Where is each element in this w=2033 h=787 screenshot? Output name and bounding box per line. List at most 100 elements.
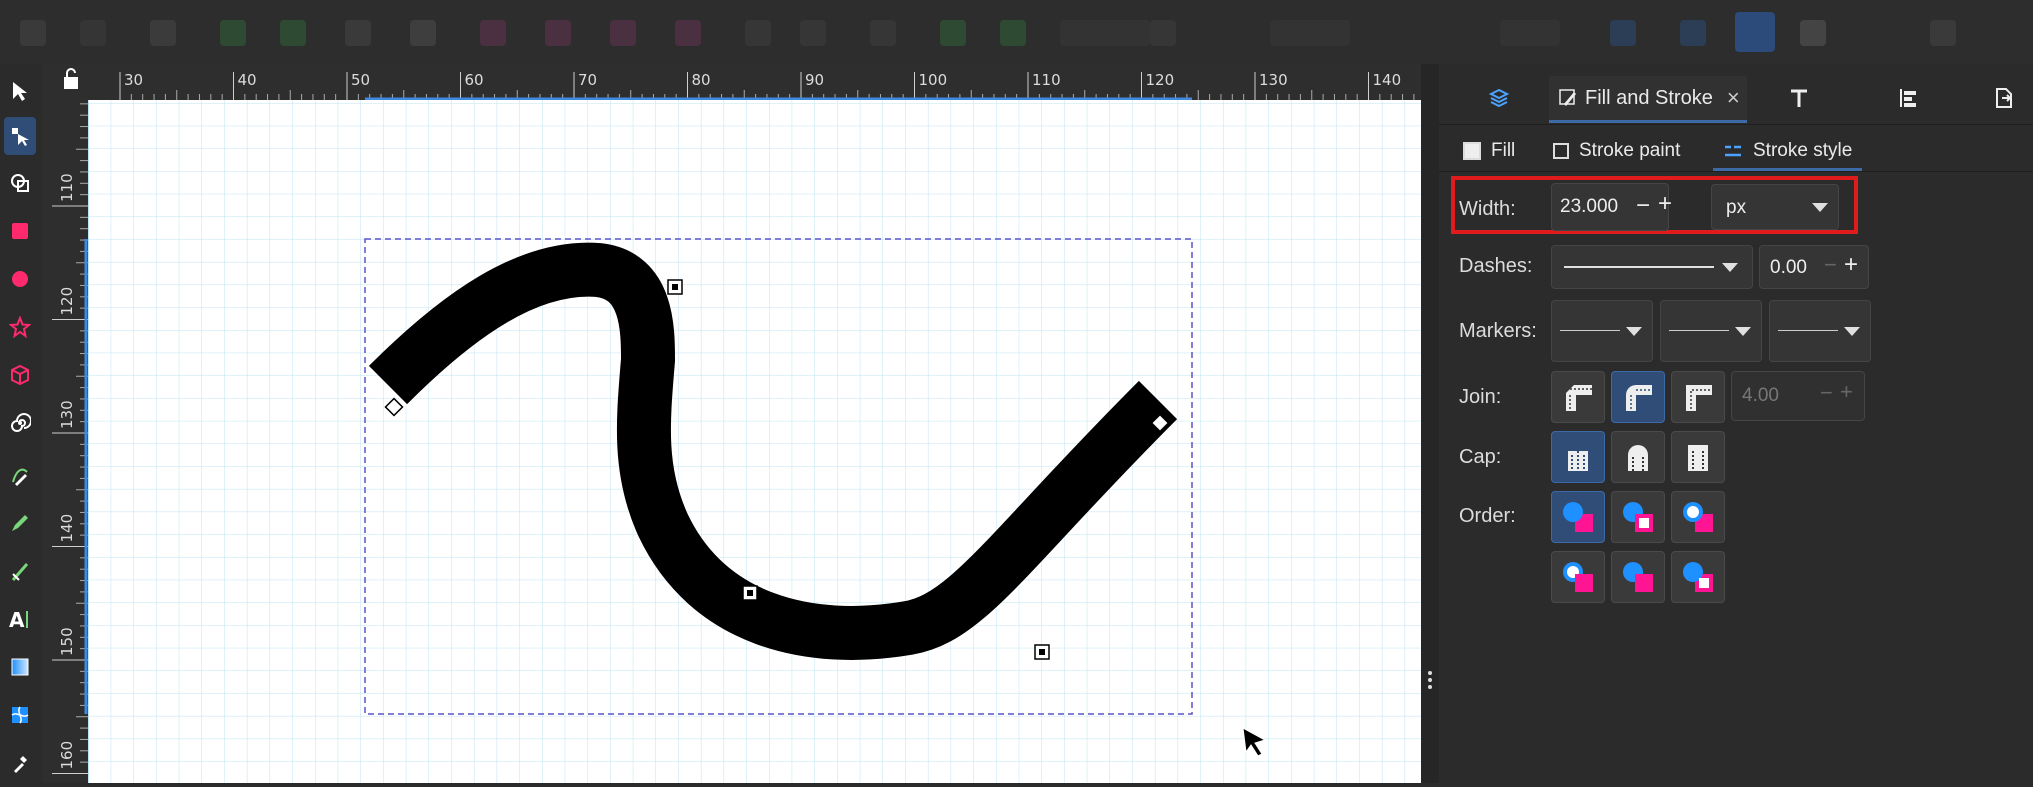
marker-line-preview: [1669, 330, 1729, 331]
mid-marker-select[interactable]: [1660, 300, 1762, 362]
cap-round-button[interactable]: [1611, 431, 1665, 483]
pen-tool[interactable]: [4, 456, 36, 494]
gradient-icon: [11, 658, 29, 676]
toolbar-icon[interactable]: [20, 20, 46, 46]
toolbar-icon[interactable]: [1930, 20, 1956, 46]
toolbar-field[interactable]: [1500, 20, 1560, 46]
dash-pattern-select[interactable]: [1551, 245, 1753, 289]
arrow-icon: [13, 82, 27, 101]
width-unit-select[interactable]: px: [1711, 184, 1839, 230]
tab-text[interactable]: [1769, 76, 1829, 120]
chevron-down-icon: [1735, 327, 1751, 336]
shape-builder-tool[interactable]: [4, 164, 36, 202]
tab-export[interactable]: [1979, 76, 2029, 120]
miter-increment-button[interactable]: +: [1840, 379, 1853, 405]
cap-butt-button[interactable]: [1551, 431, 1605, 483]
star-tool[interactable]: [4, 308, 36, 346]
gradient-tool[interactable]: [4, 648, 36, 686]
join-miter-button[interactable]: [1671, 371, 1725, 423]
subtab-fill-label: Fill: [1491, 140, 1516, 161]
toolbar-icon[interactable]: [480, 20, 506, 46]
subtab-stroke-paint-label: Stroke paint: [1579, 140, 1681, 161]
drawing-canvas[interactable]: [88, 100, 1421, 783]
toolbar-icon[interactable]: [80, 20, 106, 46]
order-stroke-markers-button[interactable]: [1671, 551, 1725, 603]
brush-icon: [1559, 89, 1576, 106]
mesh-tool[interactable]: [4, 696, 36, 734]
toolbar-icon[interactable]: [545, 20, 571, 46]
ruler-label: 130: [58, 400, 76, 429]
dropper-tool[interactable]: [4, 744, 36, 782]
paint-order-icon: [1563, 502, 1593, 532]
join-bevel-button[interactable]: [1551, 371, 1605, 423]
paint-order-icon: [1683, 562, 1713, 592]
calligraphy-tool[interactable]: [4, 552, 36, 590]
toolbar-icon[interactable]: [1800, 20, 1826, 46]
tab-fill-and-stroke[interactable]: Fill and Stroke ×: [1549, 76, 1747, 123]
toolbar-field[interactable]: [1270, 20, 1350, 46]
toolbar-icon[interactable]: [220, 20, 246, 46]
toolbar-field[interactable]: [1060, 20, 1150, 46]
toolbar-icon[interactable]: [1680, 20, 1706, 46]
subtab-stroke-style[interactable]: Stroke style: [1713, 134, 1863, 171]
toolbar-icon[interactable]: [745, 20, 771, 46]
subtab-fill[interactable]: Fill: [1463, 134, 1515, 168]
text-tool[interactable]: A: [4, 600, 36, 638]
join-round-button[interactable]: [1611, 371, 1665, 423]
toolbar-icon[interactable]: [940, 20, 966, 46]
toolbar-icon[interactable]: [1735, 12, 1775, 52]
node-tool[interactable]: [4, 117, 36, 155]
selector-tool[interactable]: [4, 72, 36, 110]
toolbar-icon[interactable]: [1000, 20, 1026, 46]
ruler-label: 100: [919, 71, 948, 89]
width-increment-button[interactable]: +: [1658, 190, 1672, 218]
toolbar-icon[interactable]: [1150, 20, 1176, 46]
toolbar-icon[interactable]: [675, 20, 701, 46]
ruler-label: 90: [805, 71, 824, 89]
dash-offset-spinbox[interactable]: 0.00 − +: [1759, 245, 1869, 289]
spiral-tool[interactable]: [4, 404, 36, 442]
toolbar-icon[interactable]: [610, 20, 636, 46]
toolbar-icon[interactable]: [345, 20, 371, 46]
rectangle-tool[interactable]: [4, 212, 36, 250]
round-join-icon: [1626, 385, 1652, 411]
horizontal-ruler[interactable]: 30 40 50 60 70 80 90 100 110 120 130 140: [88, 64, 1472, 101]
toolbar-icon[interactable]: [1610, 20, 1636, 46]
tab-align[interactable]: [1879, 76, 1939, 120]
ruler-label: 80: [692, 71, 711, 89]
start-marker-select[interactable]: [1551, 300, 1653, 362]
ruler-label: 120: [1146, 71, 1175, 89]
miter-decrement-button[interactable]: −: [1820, 380, 1833, 406]
width-decrement-button[interactable]: −: [1636, 192, 1650, 220]
canvas-svg: [88, 100, 1421, 783]
order-markers-stroke-button[interactable]: [1611, 551, 1665, 603]
order-fill-markers-button[interactable]: [1671, 491, 1725, 543]
toolbar-icon[interactable]: [280, 20, 306, 46]
text-icon: [1791, 89, 1807, 107]
order-stroke-fill-button[interactable]: [1611, 491, 1665, 543]
toolbar-icon[interactable]: [410, 20, 436, 46]
toolbar-icon[interactable]: [870, 20, 896, 46]
end-marker-select[interactable]: [1769, 300, 1871, 362]
tab-layers[interactable]: [1469, 76, 1529, 120]
cap-square-button[interactable]: [1671, 431, 1725, 483]
vertical-ruler[interactable]: 110 120 130 140 150 160: [42, 100, 88, 783]
dash-offset-increment-button[interactable]: +: [1844, 251, 1858, 279]
subtab-stroke-paint[interactable]: Stroke paint: [1553, 134, 1680, 168]
dash-offset-decrement-button[interactable]: −: [1824, 252, 1837, 278]
miter-limit-spinbox[interactable]: 4.00 − +: [1731, 371, 1865, 421]
width-spinbox[interactable]: 23.000 − +: [1551, 183, 1672, 231]
pencil-tool[interactable]: [4, 504, 36, 542]
toolbar-icon[interactable]: [800, 20, 826, 46]
close-icon[interactable]: ×: [1727, 85, 1740, 111]
order-fill-stroke-markers-button[interactable]: [1551, 491, 1605, 543]
order-markers-fill-button[interactable]: [1551, 551, 1605, 603]
ellipse-tool[interactable]: [4, 260, 36, 298]
toolbar-icon[interactable]: [150, 20, 176, 46]
panel-splitter[interactable]: [1421, 64, 1439, 783]
3d-box-tool[interactable]: [4, 356, 36, 394]
cube-icon: [11, 364, 29, 386]
miter-limit-value: 4.00: [1742, 385, 1779, 406]
shape-builder-icon: [11, 174, 29, 192]
ruler-corner[interactable]: [42, 64, 88, 100]
